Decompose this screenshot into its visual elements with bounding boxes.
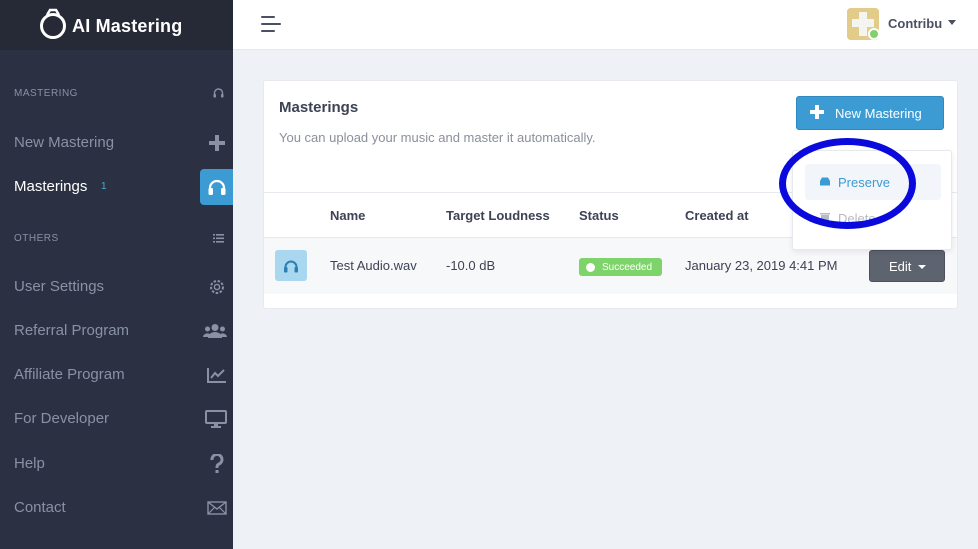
headphones-icon <box>213 88 224 98</box>
sidebar: AI Mastering MASTERING New Mastering Mas… <box>0 0 233 549</box>
headphones-icon <box>200 169 233 205</box>
count-badge: 1 <box>101 181 107 192</box>
sidebar-item-label: Masterings <box>14 178 88 195</box>
new-mastering-button-label: New Mastering <box>835 106 922 121</box>
sidebar-item-for-developer[interactable]: For Developer <box>0 401 233 437</box>
sidebar-item-label: User Settings <box>14 278 105 295</box>
headphones-icon <box>275 250 307 281</box>
edit-button[interactable]: Edit <box>869 250 945 282</box>
sidebar-item-referral-program[interactable]: Referral Program <box>0 313 233 349</box>
monitor-icon <box>205 409 227 429</box>
menu-item-label: Delete <box>838 211 876 226</box>
sidebar-item-help[interactable]: Help <box>0 446 233 482</box>
plus-icon <box>207 133 227 153</box>
edit-button-label: Edit <box>889 259 912 274</box>
menu-item-label: Preserve <box>838 175 891 190</box>
sidebar-item-label: Affiliate Program <box>14 366 125 383</box>
question-icon <box>207 454 227 474</box>
ring-logo-icon <box>40 8 66 39</box>
top-bar: Contribu <box>233 0 978 50</box>
new-mastering-button[interactable]: New Mastering <box>796 96 944 130</box>
section-heading-mastering: MASTERING <box>14 88 78 99</box>
trash-icon <box>820 213 830 222</box>
sidebar-item-label: For Developer <box>14 410 110 427</box>
brand-header[interactable]: AI Mastering <box>0 0 233 50</box>
sidebar-item-affiliate-program[interactable]: Affiliate Program <box>0 357 233 393</box>
hamburger-menu-icon[interactable] <box>261 15 283 33</box>
cell-created-at: January 23, 2019 4:41 PM <box>685 258 838 273</box>
status-badge-label: Succeeded <box>602 262 653 273</box>
section-heading-others: OTHERS <box>14 233 59 244</box>
envelope-icon <box>207 498 227 518</box>
column-header-name: Name <box>330 208 366 223</box>
sidebar-item-label: New Mastering <box>14 134 115 151</box>
menu-item-preserve[interactable]: Preserve <box>805 164 941 200</box>
column-header-created-at: Created at <box>685 208 749 223</box>
sidebar-item-label: Referral Program <box>14 322 130 339</box>
online-status-dot <box>868 28 880 40</box>
brand-name: AI Mastering <box>72 16 183 36</box>
sidebar-item-contact[interactable]: Contact <box>0 490 233 526</box>
sidebar-item-masterings[interactable]: Masterings 1 <box>0 169 233 205</box>
users-icon <box>203 321 227 341</box>
line-chart-icon <box>207 365 227 385</box>
menu-item-delete[interactable]: Delete <box>805 200 941 236</box>
page-subtitle: You can upload your music and master it … <box>279 130 596 145</box>
edit-dropdown-menu: Preserve Delete <box>792 150 952 250</box>
column-header-status: Status <box>579 208 619 223</box>
gear-icon <box>207 277 227 297</box>
caret-down-icon <box>918 265 926 269</box>
archive-icon <box>820 177 830 186</box>
page-title: Masterings <box>279 99 359 116</box>
sidebar-item-label: Help <box>14 455 45 472</box>
user-name[interactable]: Contribu <box>888 16 942 31</box>
sidebar-item-user-settings[interactable]: User Settings <box>0 269 233 305</box>
sidebar-item-label: Contact <box>14 499 66 516</box>
sidebar-item-new-mastering[interactable]: New Mastering <box>0 125 233 161</box>
list-icon <box>213 234 224 243</box>
column-header-target-loudness: Target Loudness <box>446 208 550 223</box>
status-badge: Succeeded <box>579 258 662 276</box>
status-dot-icon <box>586 263 595 272</box>
plus-icon <box>810 105 824 119</box>
chevron-down-icon[interactable] <box>948 20 956 25</box>
cell-name[interactable]: Test Audio.wav <box>330 258 417 273</box>
cell-target-loudness: -10.0 dB <box>446 258 496 273</box>
